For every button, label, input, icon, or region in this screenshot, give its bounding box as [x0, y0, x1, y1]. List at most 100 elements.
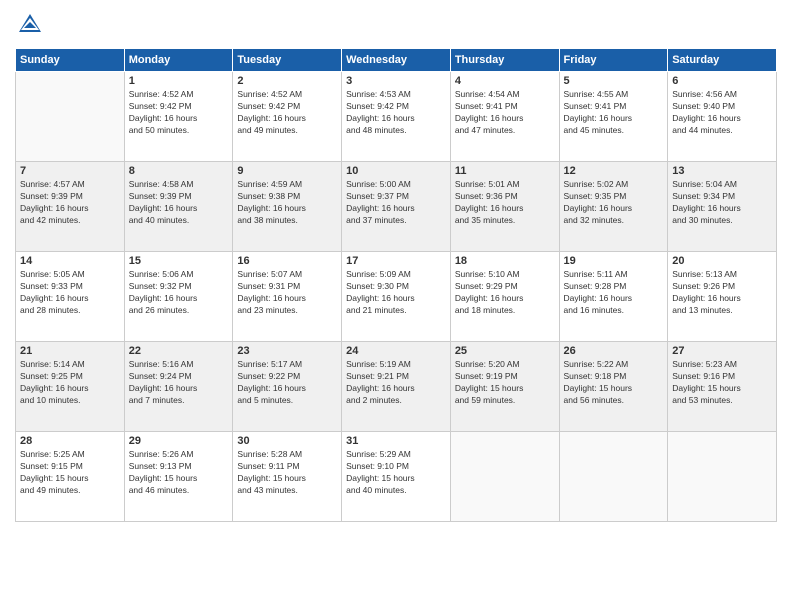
day-number: 12: [564, 165, 664, 177]
day-number: 3: [346, 75, 446, 87]
header-cell-wednesday: Wednesday: [342, 49, 451, 72]
day-info: Sunrise: 4:52 AMSunset: 9:42 PMDaylight:…: [237, 89, 337, 137]
header-cell-sunday: Sunday: [16, 49, 125, 72]
day-number: 28: [20, 435, 120, 447]
calendar-table: SundayMondayTuesdayWednesdayThursdayFrid…: [15, 48, 777, 522]
day-info: Sunrise: 5:13 AMSunset: 9:26 PMDaylight:…: [672, 269, 772, 317]
day-cell: 9 Sunrise: 4:59 AMSunset: 9:38 PMDaylight…: [233, 162, 342, 252]
day-cell: 18 Sunrise: 5:10 AMSunset: 9:29 PMDayligh…: [450, 252, 559, 342]
calendar-body: 1 Sunrise: 4:52 AMSunset: 9:42 PMDaylight…: [16, 72, 777, 522]
day-cell: 3 Sunrise: 4:53 AMSunset: 9:42 PMDaylight…: [342, 72, 451, 162]
header-cell-tuesday: Tuesday: [233, 49, 342, 72]
header: [15, 10, 777, 40]
day-cell: 6 Sunrise: 4:56 AMSunset: 9:40 PMDaylight…: [668, 72, 777, 162]
day-info: Sunrise: 4:55 AMSunset: 9:41 PMDaylight:…: [564, 89, 664, 137]
day-cell: [16, 72, 125, 162]
day-info: Sunrise: 5:07 AMSunset: 9:31 PMDaylight:…: [237, 269, 337, 317]
day-number: 5: [564, 75, 664, 87]
day-number: 2: [237, 75, 337, 87]
day-number: 31: [346, 435, 446, 447]
logo-icon: [15, 10, 45, 40]
day-number: 7: [20, 165, 120, 177]
day-number: 25: [455, 345, 555, 357]
day-number: 1: [129, 75, 229, 87]
day-info: Sunrise: 4:53 AMSunset: 9:42 PMDaylight:…: [346, 89, 446, 137]
week-row-4: 21 Sunrise: 5:14 AMSunset: 9:25 PMDayligh…: [16, 342, 777, 432]
day-number: 6: [672, 75, 772, 87]
week-row-3: 14 Sunrise: 5:05 AMSunset: 9:33 PMDayligh…: [16, 252, 777, 342]
day-cell: 17Sunrise: 5:09 AMSunset: 9:30 PMDayligh…: [342, 252, 451, 342]
day-number: 9: [237, 165, 337, 177]
day-cell: 23 Sunrise: 5:17 AMSunset: 9:22 PMDayligh…: [233, 342, 342, 432]
day-cell: 25 Sunrise: 5:20 AMSunset: 9:19 PMDayligh…: [450, 342, 559, 432]
day-number: 13: [672, 165, 772, 177]
day-cell: [559, 432, 668, 522]
day-info: Sunrise: 5:19 AMSunset: 9:21 PMDaylight:…: [346, 359, 446, 407]
day-number: 18: [455, 255, 555, 267]
day-info: Sunrise: 5:10 AMSunset: 9:29 PMDaylight:…: [455, 269, 555, 317]
day-cell: 21 Sunrise: 5:14 AMSunset: 9:25 PMDayligh…: [16, 342, 125, 432]
week-row-2: 7Sunrise: 4:57 AMSunset: 9:39 PMDaylight…: [16, 162, 777, 252]
day-info: Sunrise: 5:17 AMSunset: 9:22 PMDaylight:…: [237, 359, 337, 407]
header-cell-friday: Friday: [559, 49, 668, 72]
day-number: 22: [129, 345, 229, 357]
day-cell: 5 Sunrise: 4:55 AMSunset: 9:41 PMDaylight…: [559, 72, 668, 162]
day-info: Sunrise: 4:58 AMSunset: 9:39 PMDaylight:…: [129, 179, 229, 227]
logo: [15, 10, 49, 40]
day-info: Sunrise: 5:04 AMSunset: 9:34 PMDaylight:…: [672, 179, 772, 227]
day-cell: 10Sunrise: 5:00 AMSunset: 9:37 PMDayligh…: [342, 162, 451, 252]
day-info: Sunrise: 5:25 AMSunset: 9:15 PMDaylight:…: [20, 449, 120, 497]
day-number: 17: [346, 255, 446, 267]
day-info: Sunrise: 5:26 AMSunset: 9:13 PMDaylight:…: [129, 449, 229, 497]
day-cell: [668, 432, 777, 522]
day-info: Sunrise: 4:59 AMSunset: 9:38 PMDaylight:…: [237, 179, 337, 227]
day-number: 15: [129, 255, 229, 267]
day-number: 26: [564, 345, 664, 357]
header-cell-monday: Monday: [124, 49, 233, 72]
day-info: Sunrise: 4:52 AMSunset: 9:42 PMDaylight:…: [129, 89, 229, 137]
day-info: Sunrise: 4:56 AMSunset: 9:40 PMDaylight:…: [672, 89, 772, 137]
day-cell: 30 Sunrise: 5:28 AMSunset: 9:11 PMDayligh…: [233, 432, 342, 522]
day-cell: 7Sunrise: 4:57 AMSunset: 9:39 PMDaylight…: [16, 162, 125, 252]
day-cell: 4 Sunrise: 4:54 AMSunset: 9:41 PMDaylight…: [450, 72, 559, 162]
day-cell: 31 Sunrise: 5:29 AMSunset: 9:10 PMDayligh…: [342, 432, 451, 522]
day-number: 23: [237, 345, 337, 357]
day-info: Sunrise: 5:29 AMSunset: 9:10 PMDaylight:…: [346, 449, 446, 497]
day-info: Sunrise: 4:54 AMSunset: 9:41 PMDaylight:…: [455, 89, 555, 137]
day-number: 4: [455, 75, 555, 87]
day-info: Sunrise: 5:16 AMSunset: 9:24 PMDaylight:…: [129, 359, 229, 407]
day-cell: 8 Sunrise: 4:58 AMSunset: 9:39 PMDaylight…: [124, 162, 233, 252]
calendar-header: SundayMondayTuesdayWednesdayThursdayFrid…: [16, 49, 777, 72]
week-row-5: 28 Sunrise: 5:25 AMSunset: 9:15 PMDayligh…: [16, 432, 777, 522]
day-number: 21: [20, 345, 120, 357]
day-number: 14: [20, 255, 120, 267]
day-cell: 12Sunrise: 5:02 AMSunset: 9:35 PMDayligh…: [559, 162, 668, 252]
day-cell: 28 Sunrise: 5:25 AMSunset: 9:15 PMDayligh…: [16, 432, 125, 522]
day-cell: 26Sunrise: 5:22 AMSunset: 9:18 PMDayligh…: [559, 342, 668, 432]
day-number: 19: [564, 255, 664, 267]
day-number: 27: [672, 345, 772, 357]
day-info: Sunrise: 5:05 AMSunset: 9:33 PMDaylight:…: [20, 269, 120, 317]
day-cell: 29Sunrise: 5:26 AMSunset: 9:13 PMDayligh…: [124, 432, 233, 522]
day-info: Sunrise: 5:01 AMSunset: 9:36 PMDaylight:…: [455, 179, 555, 227]
day-cell: 24Sunrise: 5:19 AMSunset: 9:21 PMDayligh…: [342, 342, 451, 432]
day-cell: 13 Sunrise: 5:04 AMSunset: 9:34 PMDayligh…: [668, 162, 777, 252]
day-cell: 22 Sunrise: 5:16 AMSunset: 9:24 PMDayligh…: [124, 342, 233, 432]
day-info: Sunrise: 5:23 AMSunset: 9:16 PMDaylight:…: [672, 359, 772, 407]
day-cell: [450, 432, 559, 522]
day-info: Sunrise: 5:14 AMSunset: 9:25 PMDaylight:…: [20, 359, 120, 407]
day-number: 11: [455, 165, 555, 177]
day-number: 8: [129, 165, 229, 177]
day-number: 20: [672, 255, 772, 267]
day-cell: 15Sunrise: 5:06 AMSunset: 9:32 PMDayligh…: [124, 252, 233, 342]
day-info: Sunrise: 5:00 AMSunset: 9:37 PMDaylight:…: [346, 179, 446, 227]
day-info: Sunrise: 5:28 AMSunset: 9:11 PMDaylight:…: [237, 449, 337, 497]
header-cell-thursday: Thursday: [450, 49, 559, 72]
header-cell-saturday: Saturday: [668, 49, 777, 72]
day-number: 30: [237, 435, 337, 447]
day-cell: 14 Sunrise: 5:05 AMSunset: 9:33 PMDayligh…: [16, 252, 125, 342]
day-info: Sunrise: 5:20 AMSunset: 9:19 PMDaylight:…: [455, 359, 555, 407]
page: SundayMondayTuesdayWednesdayThursdayFrid…: [0, 0, 792, 612]
day-cell: 19Sunrise: 5:11 AMSunset: 9:28 PMDayligh…: [559, 252, 668, 342]
day-cell: 16Sunrise: 5:07 AMSunset: 9:31 PMDayligh…: [233, 252, 342, 342]
